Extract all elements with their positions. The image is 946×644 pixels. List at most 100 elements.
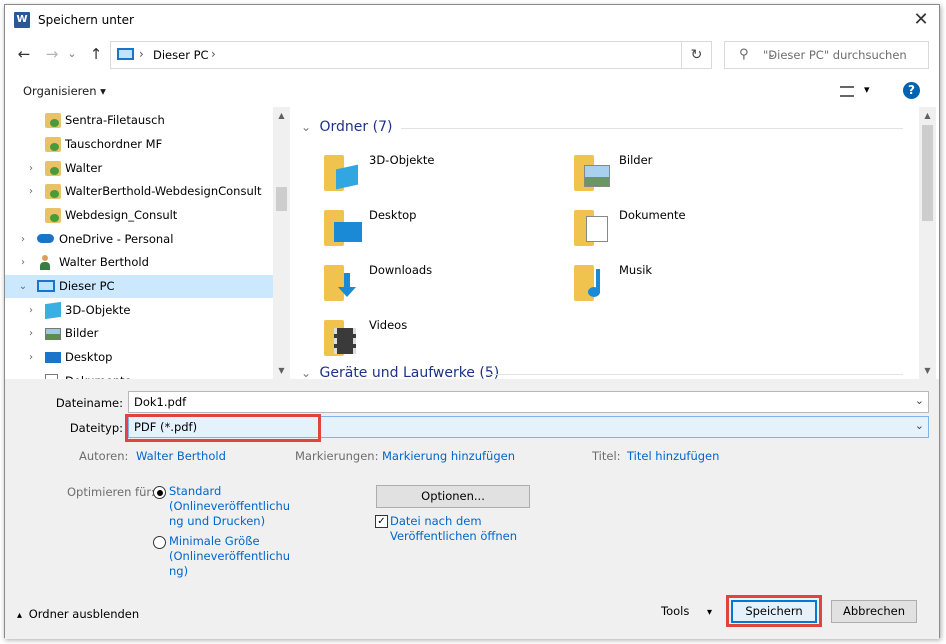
chevron-down-icon[interactable]: ⌄: [17, 275, 29, 298]
optimize-minimal-radio[interactable]: [153, 536, 166, 549]
music-folder-icon: [574, 261, 614, 303]
filename-label: Dateiname:: [55, 396, 123, 410]
title-bar: W Speichern unter ✕: [5, 5, 939, 35]
sidebar-item[interactable]: › Walter: [5, 157, 273, 180]
scroll-up-arrow-icon[interactable]: ▲: [919, 107, 936, 124]
open-after-publish-label[interactable]: Datei nach dem Veröffentlichen öffnen: [390, 514, 517, 544]
hide-folders-label: Ordner ausblenden: [28, 607, 140, 621]
organize-menu[interactable]: Organisieren ▾: [23, 84, 106, 98]
help-button[interactable]: ?: [903, 82, 920, 99]
breadcrumb-separator-icon[interactable]: ›: [211, 47, 216, 61]
content-scrollbar[interactable]: ▲ ▼: [919, 107, 936, 379]
sidebar-item[interactable]: Sentra-Filetausch: [5, 109, 273, 132]
optimize-label: Optimieren für:: [67, 485, 155, 499]
optimize-minimal-label[interactable]: Minimale Größe (Onlineveröffentlichu ng): [169, 534, 290, 579]
window-title: Speichern unter: [38, 13, 134, 27]
folder-item[interactable]: Downloads: [324, 259, 574, 309]
sidebar-item-dieser-pc[interactable]: ⌄ Dieser PC: [5, 275, 273, 298]
option-line: Standard: [169, 484, 222, 498]
chevron-down-icon[interactable]: ⌄: [915, 394, 924, 408]
chevron-down-icon: ▾: [100, 84, 106, 98]
sidebar-item[interactable]: › Desktop: [5, 346, 273, 369]
view-options-button[interactable]: ▾: [840, 83, 874, 100]
folder-label: Dokumente: [619, 208, 686, 222]
sidebar-item[interactable]: › Dokumente: [5, 370, 273, 379]
sidebar-item[interactable]: › WalterBerthold-WebdesignConsult: [5, 180, 273, 203]
option-line: (Onlineveröffentlichu: [169, 549, 291, 563]
sidebar-item[interactable]: Tauschordner MF: [5, 133, 273, 156]
close-button[interactable]: ✕: [907, 7, 935, 33]
scroll-up-arrow-icon[interactable]: ▲: [273, 107, 290, 124]
computer-icon: [37, 280, 55, 292]
optimize-standard-label[interactable]: Standard (Onlineveröffentlichu ng und Dr…: [169, 484, 290, 529]
folder-item[interactable]: Bilder: [574, 149, 824, 199]
forward-button[interactable]: →: [41, 43, 63, 65]
group-title: Geräte und Laufwerke (5): [319, 365, 500, 379]
filename-input[interactable]: Dok1.pdf ⌄: [128, 391, 929, 413]
title-label: Titel:: [592, 449, 621, 463]
scroll-thumb[interactable]: [922, 125, 933, 221]
add-title-link[interactable]: Titel hinzufügen: [627, 449, 719, 463]
pictures-folder-icon: [574, 151, 614, 193]
view-list-icon: [840, 86, 854, 97]
chevron-right-icon[interactable]: ›: [25, 346, 37, 369]
authors-label: Autoren:: [79, 449, 129, 463]
folder-item[interactable]: Desktop: [324, 204, 574, 254]
scroll-thumb[interactable]: [276, 187, 287, 211]
chevron-down-icon[interactable]: ⌄: [915, 419, 924, 433]
tools-menu[interactable]: Tools ▾: [661, 604, 712, 618]
chevron-up-icon: ▴: [17, 610, 23, 621]
group-divider: [487, 374, 903, 375]
sidebar-item-label: Walter: [65, 161, 103, 175]
open-after-publish-checkbox[interactable]: ✓: [375, 515, 388, 528]
hide-folders-toggle[interactable]: ▴ Ordner ausblenden: [17, 607, 139, 621]
chevron-right-icon[interactable]: ›: [25, 157, 37, 180]
save-options-panel: Dateiname: Dok1.pdf ⌄ Dateityp: PDF (*.p…: [5, 379, 939, 639]
optimize-standard-radio[interactable]: [153, 486, 166, 499]
option-line: (Onlineveröffentlichu: [169, 499, 291, 513]
chevron-right-icon[interactable]: ›: [17, 228, 29, 251]
highlight-box-save: [726, 595, 822, 627]
sidebar-item[interactable]: › OneDrive - Personal: [5, 228, 273, 251]
sidebar-item[interactable]: › Walter Berthold: [5, 251, 273, 274]
options-button[interactable]: Optionen...: [376, 485, 530, 508]
address-bar[interactable]: › Dieser PC › ⌄: [110, 41, 776, 69]
group-title: Ordner (7): [319, 119, 393, 135]
shared-folder-icon: [45, 208, 61, 223]
folder-label: Musik: [619, 263, 653, 277]
cancel-button[interactable]: Abbrechen: [831, 600, 917, 623]
chevron-right-icon[interactable]: ›: [17, 251, 29, 274]
search-box[interactable]: ⚲ "Dieser PC" durchsuchen: [724, 41, 929, 69]
folder-item[interactable]: Videos: [324, 314, 574, 364]
chevron-right-icon[interactable]: ›: [25, 299, 37, 322]
authors-value[interactable]: Walter Berthold: [136, 449, 226, 463]
back-button[interactable]: ←: [13, 43, 35, 65]
folder-label: Desktop: [369, 208, 417, 222]
folder-item[interactable]: 3D-Objekte: [324, 149, 574, 199]
group-header-folders[interactable]: ⌄ Ordner (7): [301, 119, 903, 135]
recent-locations-button[interactable]: ⌄: [65, 43, 79, 65]
refresh-button[interactable]: ↻: [682, 41, 712, 69]
folder-label: Bilder: [619, 153, 653, 167]
scroll-down-arrow-icon[interactable]: ▼: [919, 362, 936, 379]
add-tag-link[interactable]: Markierung hinzufügen: [382, 449, 515, 463]
folder-item[interactable]: Musik: [574, 259, 824, 309]
sidebar-item[interactable]: Webdesign_Consult: [5, 204, 273, 227]
chevron-right-icon[interactable]: ›: [25, 180, 37, 203]
scroll-down-arrow-icon[interactable]: ▼: [273, 362, 290, 379]
3d-objects-icon: [45, 301, 61, 320]
sidebar-item-label: 3D-Objekte: [65, 303, 131, 317]
sidebar-item[interactable]: › Bilder: [5, 322, 273, 345]
up-button[interactable]: ↑: [85, 43, 107, 65]
search-input[interactable]: "Dieser PC" durchsuchen: [763, 48, 907, 62]
highlight-box-filetype: [125, 414, 321, 442]
sidebar-item[interactable]: › 3D-Objekte: [5, 299, 273, 322]
folder-item[interactable]: Dokumente: [574, 204, 824, 254]
documents-folder-icon: [574, 206, 614, 248]
group-header-devices[interactable]: ⌄ Geräte und Laufwerke (5): [301, 365, 903, 379]
shared-folder-icon: [45, 184, 61, 199]
chevron-right-icon[interactable]: ›: [25, 322, 37, 345]
chevron-right-icon[interactable]: ›: [25, 370, 37, 379]
navigation-scrollbar[interactable]: ▲ ▼: [273, 107, 290, 379]
breadcrumb-dieser-pc[interactable]: Dieser PC: [153, 48, 209, 62]
